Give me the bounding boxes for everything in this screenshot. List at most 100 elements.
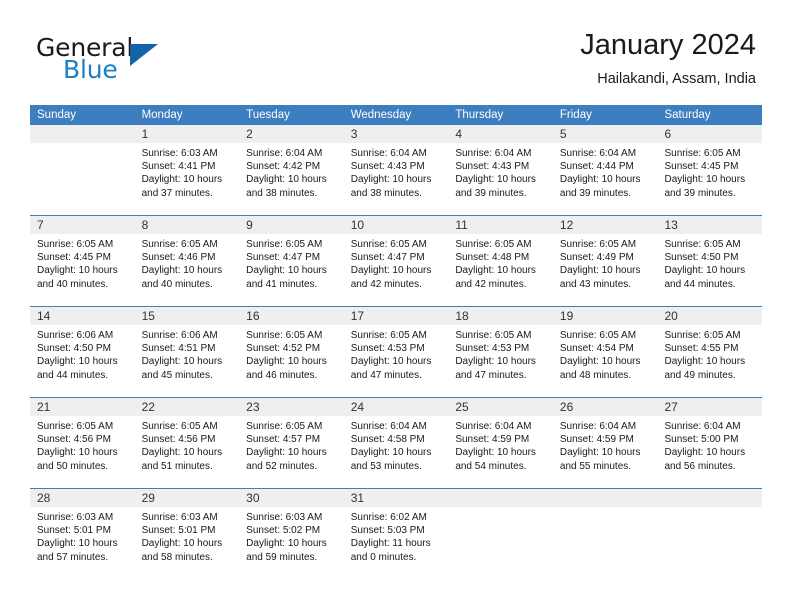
day-cell[interactable]: 9 Sunrise: 6:05 AM Sunset: 4:47 PM Daylight…	[239, 216, 344, 306]
day-cell[interactable]: 2 Sunrise: 6:04 AM Sunset: 4:42 PM Daylight…	[239, 125, 344, 215]
weekday-header-wednesday: Wednesday	[350, 109, 412, 121]
day-cell[interactable]: 1 Sunrise: 6:03 AM Sunset: 4:41 PM Daylight…	[134, 125, 240, 215]
daylight-duration-line1: Daylight: 10 hours	[455, 447, 536, 459]
brand-logo[interactable]: General Blue	[36, 33, 256, 89]
sunset-time: Sunset: 4:59 PM	[559, 434, 634, 446]
sunset-time: Sunset: 4:43 PM	[455, 161, 530, 173]
sunset-time: Sunset: 4:48 PM	[455, 252, 530, 264]
day-cell[interactable]: 31 Sunrise: 6:02 AM Sunset: 5:03 PM Dayligh…	[343, 489, 449, 579]
day-cell[interactable]: 19 Sunrise: 6:05 AM Sunset: 4:54 PM Dayligh…	[552, 307, 658, 397]
day-number: 24	[343, 398, 449, 416]
day-cell[interactable]: 16 Sunrise: 6:05 AM Sunset: 4:52 PM Dayligh…	[239, 307, 344, 397]
day-details: Sunrise: 6:05 AM Sunset: 4:48 PM Daylight:…	[448, 234, 553, 291]
calendar-week-row: 14 Sunrise: 6:06 AM Sunset: 4:50 PM Dayligh…	[30, 306, 763, 397]
daylight-duration-line2: and 39 minutes.	[559, 187, 632, 199]
sunset-time: Sunset: 4:43 PM	[350, 161, 425, 173]
day-cell[interactable]: 5 Sunrise: 6:04 AM Sunset: 4:44 PM Daylight…	[552, 125, 658, 215]
calendar-week-row: 28 Sunrise: 6:03 AM Sunset: 5:01 PM Dayligh…	[30, 488, 763, 579]
day-details: Sunrise: 6:05 AM Sunset: 4:45 PM Daylight:…	[657, 143, 762, 200]
day-cell[interactable]: 17 Sunrise: 6:05 AM Sunset: 4:53 PM Dayligh…	[343, 307, 449, 397]
day-details: Sunrise: 6:03 AM Sunset: 4:41 PM Daylight:…	[135, 143, 240, 200]
day-cell[interactable]: 25 Sunrise: 6:04 AM Sunset: 4:59 PM Dayligh…	[448, 398, 553, 488]
sunset-time: Sunset: 4:44 PM	[559, 161, 634, 173]
day-cell[interactable]: 28 Sunrise: 6:03 AM Sunset: 5:01 PM Dayligh…	[30, 489, 135, 579]
day-cell[interactable]: 24 Sunrise: 6:04 AM Sunset: 4:58 PM Dayligh…	[343, 398, 449, 488]
daylight-duration-line2: and 42 minutes.	[455, 278, 527, 290]
sunset-time: Sunset: 4:53 PM	[350, 343, 425, 355]
sunset-time: Sunset: 4:55 PM	[664, 343, 739, 355]
sunset-time: Sunset: 5:02 PM	[246, 525, 321, 537]
day-cell[interactable]: 29 Sunrise: 6:03 AM Sunset: 5:01 PM Dayligh…	[134, 489, 240, 579]
day-details: Sunrise: 6:05 AM Sunset: 4:45 PM Daylight:…	[30, 234, 135, 291]
day-number: 14	[30, 307, 135, 325]
day-number: 27	[657, 398, 763, 416]
daylight-duration-line1: Daylight: 11 hours	[350, 538, 431, 550]
sunrise-time: Sunrise: 6:04 AM	[350, 148, 427, 159]
day-details: Sunrise: 6:05 AM Sunset: 4:55 PM Daylight:…	[657, 325, 762, 382]
day-cell[interactable]: 20 Sunrise: 6:05 AM Sunset: 4:55 PM Dayligh…	[657, 307, 763, 397]
day-number: 19	[552, 307, 658, 325]
sunrise-time: Sunrise: 6:02 AM	[350, 512, 427, 523]
sunrise-time: Sunrise: 6:04 AM	[350, 421, 427, 432]
day-cell[interactable]: 21 Sunrise: 6:05 AM Sunset: 4:56 PM Dayligh…	[30, 398, 135, 488]
sunrise-time: Sunrise: 6:05 AM	[664, 239, 741, 250]
sunset-time: Sunset: 5:01 PM	[37, 525, 111, 537]
day-cell[interactable]: 15 Sunrise: 6:06 AM Sunset: 4:51 PM Dayligh…	[134, 307, 240, 397]
sunset-time: Sunset: 4:46 PM	[141, 252, 216, 264]
daylight-duration-line2: and 47 minutes.	[455, 369, 527, 381]
day-cell[interactable]: 22 Sunrise: 6:05 AM Sunset: 4:56 PM Dayligh…	[134, 398, 240, 488]
sunrise-time: Sunrise: 6:05 AM	[664, 330, 741, 341]
day-number	[552, 489, 658, 507]
day-cell[interactable]: 23 Sunrise: 6:05 AM Sunset: 4:57 PM Dayligh…	[239, 398, 344, 488]
daylight-duration-line2: and 49 minutes.	[664, 369, 736, 381]
day-details: Sunrise: 6:05 AM Sunset: 4:47 PM Daylight:…	[239, 234, 344, 291]
daylight-duration-line2: and 48 minutes.	[559, 369, 632, 381]
day-cell[interactable]: 11 Sunrise: 6:05 AM Sunset: 4:48 PM Dayligh…	[448, 216, 553, 306]
day-cell[interactable]: 12 Sunrise: 6:05 AM Sunset: 4:49 PM Dayligh…	[552, 216, 658, 306]
daylight-duration-line2: and 50 minutes.	[37, 460, 109, 472]
day-cell[interactable]: 30 Sunrise: 6:03 AM Sunset: 5:02 PM Dayligh…	[239, 489, 344, 579]
day-cell[interactable]: 14 Sunrise: 6:06 AM Sunset: 4:50 PM Dayligh…	[30, 307, 135, 397]
day-cell[interactable]: 27 Sunrise: 6:04 AM Sunset: 5:00 PM Dayligh…	[657, 398, 763, 488]
daylight-duration-line1: Daylight: 10 hours	[246, 356, 327, 368]
calendar-grid: Sunday Monday Tuesday Wednesday Thursday Frid…	[30, 105, 763, 579]
day-cell[interactable]: 4 Sunrise: 6:04 AM Sunset: 4:43 PM Daylight…	[448, 125, 553, 215]
sunset-time: Sunset: 4:51 PM	[141, 343, 216, 355]
day-details: Sunrise: 6:04 AM Sunset: 4:44 PM Daylight:…	[553, 143, 658, 200]
day-cell[interactable]: 3 Sunrise: 6:04 AM Sunset: 4:43 PM Daylight…	[343, 125, 449, 215]
day-number: 16	[239, 307, 344, 325]
day-cell[interactable]: 26 Sunrise: 6:04 AM Sunset: 4:59 PM Dayligh…	[552, 398, 658, 488]
day-details: Sunrise: 6:06 AM Sunset: 4:51 PM Daylight:…	[135, 325, 240, 382]
day-details	[553, 507, 658, 511]
day-cell[interactable]: 10 Sunrise: 6:05 AM Sunset: 4:47 PM Dayligh…	[343, 216, 449, 306]
day-details: Sunrise: 6:06 AM Sunset: 4:50 PM Daylight:…	[30, 325, 135, 382]
day-cell[interactable]: 18 Sunrise: 6:05 AM Sunset: 4:53 PM Dayligh…	[448, 307, 553, 397]
day-details: Sunrise: 6:05 AM Sunset: 4:53 PM Daylight:…	[344, 325, 449, 382]
day-details: Sunrise: 6:05 AM Sunset: 4:56 PM Daylight:…	[135, 416, 240, 473]
daylight-duration-line2: and 56 minutes.	[664, 460, 736, 472]
daylight-duration-line1: Daylight: 10 hours	[664, 356, 746, 368]
sunrise-time: Sunrise: 6:06 AM	[141, 330, 218, 341]
weekday-header-monday: Monday	[141, 109, 183, 121]
day-cell[interactable]: 7 Sunrise: 6:05 AM Sunset: 4:45 PM Daylight…	[30, 216, 135, 306]
calendar-weeks: 1 Sunrise: 6:03 AM Sunset: 4:41 PM Daylight…	[30, 125, 763, 579]
day-number	[30, 125, 135, 143]
day-details: Sunrise: 6:04 AM Sunset: 4:42 PM Daylight:…	[239, 143, 344, 200]
day-number: 17	[343, 307, 449, 325]
daylight-duration-line1: Daylight: 10 hours	[37, 265, 118, 277]
day-details: Sunrise: 6:05 AM Sunset: 4:49 PM Daylight:…	[553, 234, 658, 291]
day-number: 25	[448, 398, 553, 416]
daylight-duration-line2: and 40 minutes.	[37, 278, 109, 290]
sunrise-time: Sunrise: 6:06 AM	[37, 330, 114, 341]
day-details: Sunrise: 6:03 AM Sunset: 5:01 PM Daylight:…	[135, 507, 240, 564]
sunrise-time: Sunrise: 6:04 AM	[246, 148, 323, 159]
day-cell[interactable]: 6 Sunrise: 6:05 AM Sunset: 4:45 PM Daylight…	[657, 125, 763, 215]
day-cell[interactable]: 13 Sunrise: 6:05 AM Sunset: 4:50 PM Dayligh…	[657, 216, 763, 306]
sunset-time: Sunset: 5:00 PM	[664, 434, 739, 446]
daylight-duration-line2: and 58 minutes.	[141, 551, 213, 563]
sunset-time: Sunset: 4:50 PM	[664, 252, 739, 264]
sunset-time: Sunset: 4:58 PM	[350, 434, 425, 446]
day-cell[interactable]: 8 Sunrise: 6:05 AM Sunset: 4:46 PM Daylight…	[134, 216, 240, 306]
sunset-time: Sunset: 4:54 PM	[559, 343, 634, 355]
daylight-duration-line1: Daylight: 10 hours	[246, 538, 327, 550]
